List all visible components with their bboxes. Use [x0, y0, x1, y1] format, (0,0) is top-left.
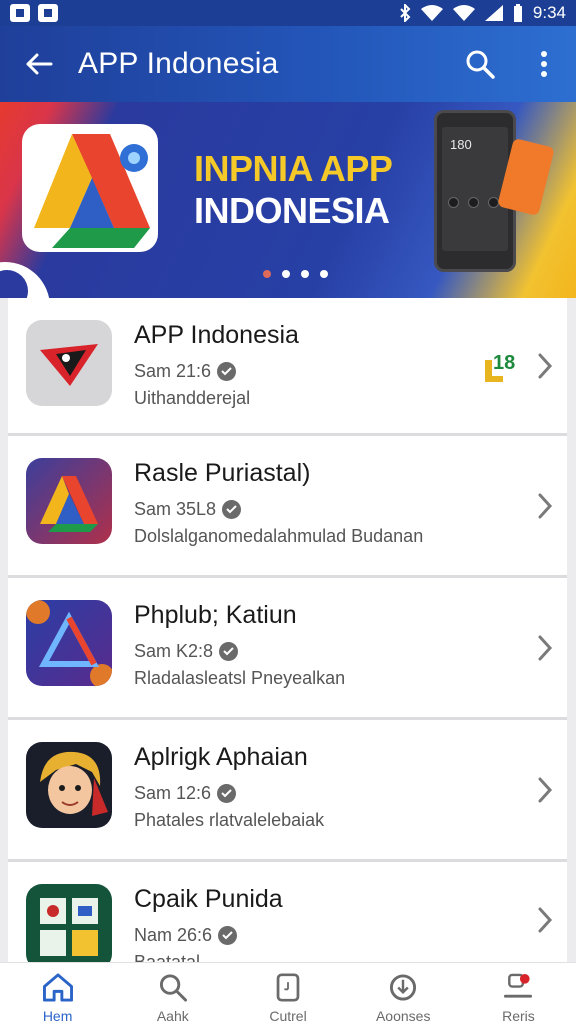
chevron-right-icon [538, 635, 553, 660]
overflow-menu-button[interactable] [512, 26, 576, 102]
chevron-right-icon [538, 907, 553, 933]
app-icon [26, 742, 112, 828]
nav-search-label: Aahk [156, 1008, 189, 1024]
phone-screen-time: 180 [450, 137, 472, 152]
updates-icon [504, 973, 533, 998]
app-icon [26, 458, 112, 544]
list-item[interactable]: Cpaik Punida Nam 26:6 Baatatal [8, 862, 567, 972]
app-name: Phplub; Katiun [134, 601, 297, 629]
nav-search[interactable]: Aahk [115, 963, 230, 1024]
page-dot[interactable] [282, 270, 290, 278]
back-button[interactable] [0, 26, 78, 102]
app-meta: Sam 12:6 [134, 783, 212, 803]
phone-icon [276, 973, 300, 1002]
search-icon [159, 974, 187, 1002]
home-icon [42, 973, 73, 1002]
page-dot[interactable] [263, 270, 271, 278]
app-name: Aplrigk Aphaian [134, 743, 308, 771]
chevron-right-icon [538, 777, 553, 802]
nav-downloads[interactable]: Aoonses [346, 963, 461, 1024]
app-bar: APP Indonesia [0, 26, 576, 102]
grid-app-icon [40, 898, 98, 956]
gallery-notification-icon [38, 4, 58, 22]
app-icon [26, 884, 112, 970]
page-dot[interactable] [301, 270, 309, 278]
more-vertical-icon [541, 51, 547, 77]
clock: 9:34 [532, 3, 566, 22]
app-list: APP Indonesia Sam 21:6 Uithandderejal 18… [8, 298, 567, 972]
page-dot[interactable] [320, 270, 328, 278]
banner-app-logo [22, 124, 158, 252]
nav-phone[interactable]: Cutrel [230, 963, 345, 1024]
app-meta: Sam 35L8 [134, 499, 217, 519]
app-icon [26, 320, 112, 406]
bluetooth-icon [400, 4, 411, 22]
search-icon [466, 50, 495, 79]
app-description: Rladalasleatsl Pneyealkan [134, 668, 346, 688]
page-title: APP Indonesia [78, 47, 279, 80]
triangle-logo-icon [34, 134, 150, 248]
age-rating-badge: 18 [485, 352, 515, 382]
chevron-right-icon [538, 493, 553, 518]
red-bird-icon [40, 344, 98, 386]
nav-phone-label: Cutrel [269, 1008, 307, 1024]
wifi-icon [420, 5, 443, 21]
app-name: APP Indonesia [134, 321, 299, 349]
signal-icon [484, 5, 503, 21]
download-icon [390, 974, 417, 1001]
app-name: Cpaik Punida [134, 885, 283, 913]
nav-home[interactable]: Hem [0, 963, 115, 1024]
app-icon [26, 600, 112, 686]
triangle-app-icon [40, 476, 98, 532]
banner-headline: INPNIA APP INDONESIA [194, 148, 393, 232]
app-meta: Sam K2:8 [134, 641, 214, 661]
list-item[interactable]: Rasle Puriastal) Sam 35L8 Dolslalganomed… [8, 436, 567, 578]
app-meta: Sam 21:6 [134, 361, 212, 381]
list-item[interactable]: Aplrigk Aphaian Sam 12:6 Phatales rlatva… [8, 720, 567, 862]
banner-page-indicator[interactable] [263, 270, 328, 278]
nav-updates[interactable]: Reris [461, 963, 576, 1024]
app-description: Uithandderejal [134, 388, 251, 408]
verified-check-icon [219, 641, 239, 661]
wifi-secondary-icon [452, 5, 475, 21]
bottom-navigation: Hem Aahk Cutrel Aoonses Reris [0, 962, 576, 1024]
list-item[interactable]: APP Indonesia Sam 21:6 Uithandderejal 18 [8, 298, 567, 436]
promo-banner[interactable]: INPNIA APP INDONESIA 180 [0, 102, 576, 298]
app-description: Phatales rlatvalelebaiak [134, 810, 325, 830]
app-meta: Nam 26:6 [134, 925, 213, 945]
status-bar: 9:34 [0, 0, 576, 26]
verified-check-icon [222, 499, 242, 519]
back-arrow-icon [26, 53, 53, 75]
nav-home-label: Hem [42, 1008, 73, 1024]
banner-headline-line1: INPNIA APP [194, 148, 393, 189]
list-item[interactable]: Phplub; Katiun Sam K2:8 Rladalasleatsl P… [8, 578, 567, 720]
screenshot-notification-icon [10, 4, 30, 22]
prism-app-icon [26, 600, 112, 686]
app-name: Rasle Puriastal) [134, 459, 311, 487]
verified-check-icon [217, 361, 237, 381]
cartoon-character-icon [40, 751, 108, 816]
verified-check-icon [217, 783, 237, 803]
chevron-right-icon [538, 353, 553, 378]
verified-check-icon [218, 925, 238, 945]
battery-icon [513, 4, 522, 22]
nav-updates-label: Reris [502, 1008, 535, 1024]
app-description: Dolslalganomedalahmulad Budanan [134, 526, 424, 546]
nav-downloads-label: Aoonses [375, 1008, 431, 1024]
search-button[interactable] [448, 26, 512, 102]
banner-headline-line2: INDONESIA [194, 190, 390, 231]
